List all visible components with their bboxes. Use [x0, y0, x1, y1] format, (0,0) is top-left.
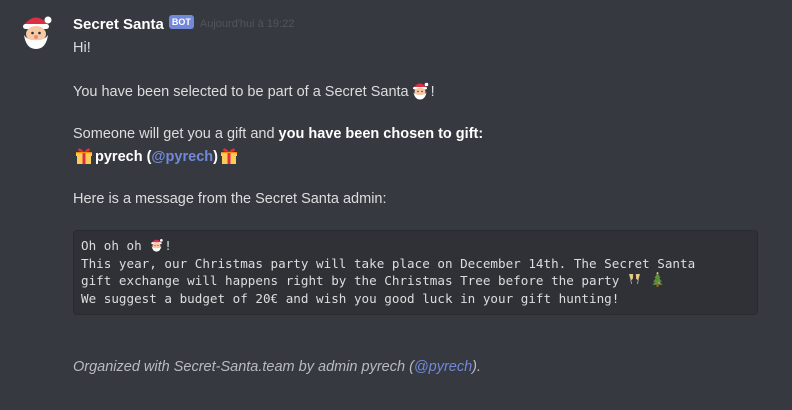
clinking-glasses-icon: [628, 274, 640, 285]
gift-icon: [220, 148, 237, 164]
giftee-line: pyrech (@pyrech): [73, 145, 773, 168]
code-line-1-text: Oh oh oh: [81, 238, 150, 253]
santa-emoji-icon: [151, 239, 163, 252]
santa-emoji-icon: [412, 82, 428, 100]
code-line-3: gift exchange will happens right by the …: [81, 272, 750, 290]
code-line-4: We suggest a budget of 20€ and wish you …: [81, 291, 620, 307]
selected-line: You have been selected to be part of a S…: [73, 80, 773, 103]
code-line-1: Oh oh oh !: [81, 237, 750, 255]
someone-line: Someone will get you a gift and you have…: [73, 124, 773, 145]
giftee-name: pyrech: [95, 149, 143, 165]
selected-text: You have been selected to be part of a S…: [73, 84, 409, 100]
message-timestamp: Aujourd'hui à 19:22: [199, 18, 295, 30]
santa-avatar[interactable]: [16, 11, 56, 51]
author-name[interactable]: Secret Santa: [73, 16, 164, 33]
santa-icon: [16, 11, 56, 51]
bot-badge: BOT: [168, 15, 194, 29]
someone-text: Someone will get you a gift and: [73, 126, 279, 142]
code-line-3-text: gift exchange will happens right by the …: [81, 273, 627, 289]
giftee-paren-close: ): [213, 149, 218, 165]
admin-message-codeblock: Oh oh oh ! This year, our Christmas part…: [73, 230, 758, 315]
code-line-1-end: !: [164, 238, 172, 253]
admin-intro-text: Here is a message from the Secret Santa …: [73, 191, 387, 207]
code-line-2: This year, our Christmas party will take…: [81, 255, 696, 271]
greeting-text: Hi!: [73, 40, 91, 56]
gift-icon: [76, 148, 92, 164]
chosen-bold-text: you have been chosen to gift:: [278, 126, 484, 142]
footer-prefix: Organized with Secret-Santa.team by admi…: [73, 358, 414, 375]
giftee-mention[interactable]: @pyrech: [151, 149, 213, 165]
christmas-tree-icon: [651, 272, 663, 288]
message-body: Hi! You have been selected to be part of…: [73, 38, 773, 378]
selected-exclaim: !: [430, 84, 435, 100]
footer-mention[interactable]: @pyrech: [414, 359, 472, 375]
chat-message: Secret Santa BOT Aujourd'hui à 19:22 Hi!…: [0, 0, 792, 410]
footer-suffix: ).: [472, 358, 482, 375]
footer-text: Organized with Secret-Santa.team by admi…: [73, 357, 773, 378]
